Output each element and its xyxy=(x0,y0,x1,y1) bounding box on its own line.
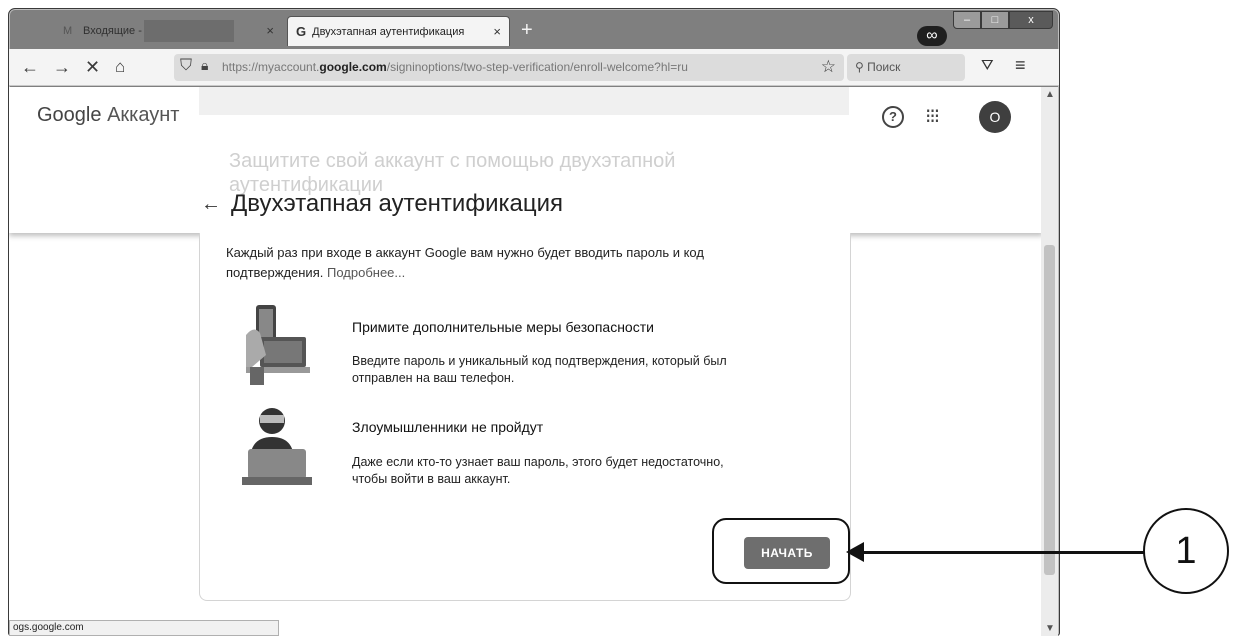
scrollbar-thumb[interactable] xyxy=(1044,245,1055,575)
google-account-logo[interactable]: Google Аккаунт xyxy=(37,104,179,127)
google-g-icon: G xyxy=(296,24,307,39)
window-controls: – □ x xyxy=(953,11,1053,29)
intro-text: Каждый раз при входе в аккаунт Google ва… xyxy=(226,245,704,280)
url-bar[interactable]: ⛉ 🔒︎ https://myaccount.google.com/signin… xyxy=(174,54,844,81)
feature-1-desc: Введите пароль и уникальный код подтверж… xyxy=(352,354,727,385)
annotation-arrow-line xyxy=(858,551,1144,554)
tab-inbox-label: Входящие - xyxy=(83,25,142,37)
phone-laptop-illustration xyxy=(246,305,310,385)
help-icon[interactable]: ? xyxy=(882,106,904,128)
tab-inbox[interactable]: M Входящие - × xyxy=(55,16,280,46)
maximize-button[interactable]: □ xyxy=(981,11,1009,29)
tab-two-step-close-icon[interactable]: × xyxy=(493,24,501,39)
search-icon: ⚲ xyxy=(855,60,868,74)
google-header: Google Аккаунт ? ⁝⁝⁝ O Защитите свой акк… xyxy=(9,87,1043,233)
close-window-button[interactable]: x xyxy=(1009,11,1053,29)
search-placeholder: Поиск xyxy=(867,60,901,74)
page-title: Двухэтапная аутентификация xyxy=(231,190,564,217)
private-mask-icon: ∞ xyxy=(917,26,947,46)
tab-two-step[interactable]: G Двухэтапная аутентификация × xyxy=(287,16,510,46)
scroll-down-icon[interactable]: ▼ xyxy=(1045,623,1055,634)
avatar[interactable]: O xyxy=(979,101,1011,133)
tab-inbox-close-icon[interactable]: × xyxy=(266,23,274,38)
forward-icon[interactable]: → xyxy=(53,57,71,77)
minimize-button[interactable]: – xyxy=(953,11,981,29)
title-bar: M Входящие - × G Двухэтапная аутентифика… xyxy=(9,9,1059,49)
home-icon[interactable]: ⌂ xyxy=(115,57,125,77)
new-tab-button[interactable]: + xyxy=(521,20,533,40)
shield-icon[interactable]: ⛉ xyxy=(180,57,192,75)
arrow-back-icon[interactable]: ← xyxy=(201,193,221,216)
redacted-block xyxy=(143,20,234,42)
navigation-bar: ← → ✕ ⌂ ⛉ 🔒︎ https://myaccount.google.co… xyxy=(9,49,1059,86)
star-icon[interactable]: ☆ xyxy=(821,57,836,77)
menu-icon[interactable]: ≡ xyxy=(1015,55,1026,76)
tab-two-step-label: Двухэтапная аутентификация xyxy=(312,25,465,38)
stop-icon[interactable]: ✕ xyxy=(85,57,100,77)
hacker-illustration xyxy=(242,408,312,485)
apps-grid-icon[interactable]: ⁝⁝⁝ xyxy=(925,104,940,129)
banner-shade xyxy=(199,87,849,115)
feature-2-title: Злоумышленники не пройдут xyxy=(352,419,544,435)
annotation-number: 1 xyxy=(1143,508,1229,594)
back-icon[interactable]: ← xyxy=(21,57,39,77)
pocket-icon[interactable]: ⛛ xyxy=(981,57,994,74)
scroll-up-icon[interactable]: ▲ xyxy=(1045,89,1055,100)
lock-icon[interactable]: 🔒︎ xyxy=(201,57,208,74)
annotation-highlight-box xyxy=(712,518,850,584)
browser-window: M Входящие - × G Двухэтапная аутентифика… xyxy=(8,8,1060,636)
url-text: https://myaccount.google.com/signinoptio… xyxy=(222,60,688,74)
feature-1-title: Примите дополнительные меры безопасности xyxy=(352,319,654,335)
search-input[interactable]: ⚲ Поиск xyxy=(847,54,965,81)
more-link[interactable]: Подробнее... xyxy=(327,265,405,280)
feature-2-desc: Даже если кто-то узнает ваш пароль, этог… xyxy=(352,455,724,486)
gmail-icon: M xyxy=(63,25,73,37)
status-bar-url: ogs.google.com xyxy=(9,620,279,636)
